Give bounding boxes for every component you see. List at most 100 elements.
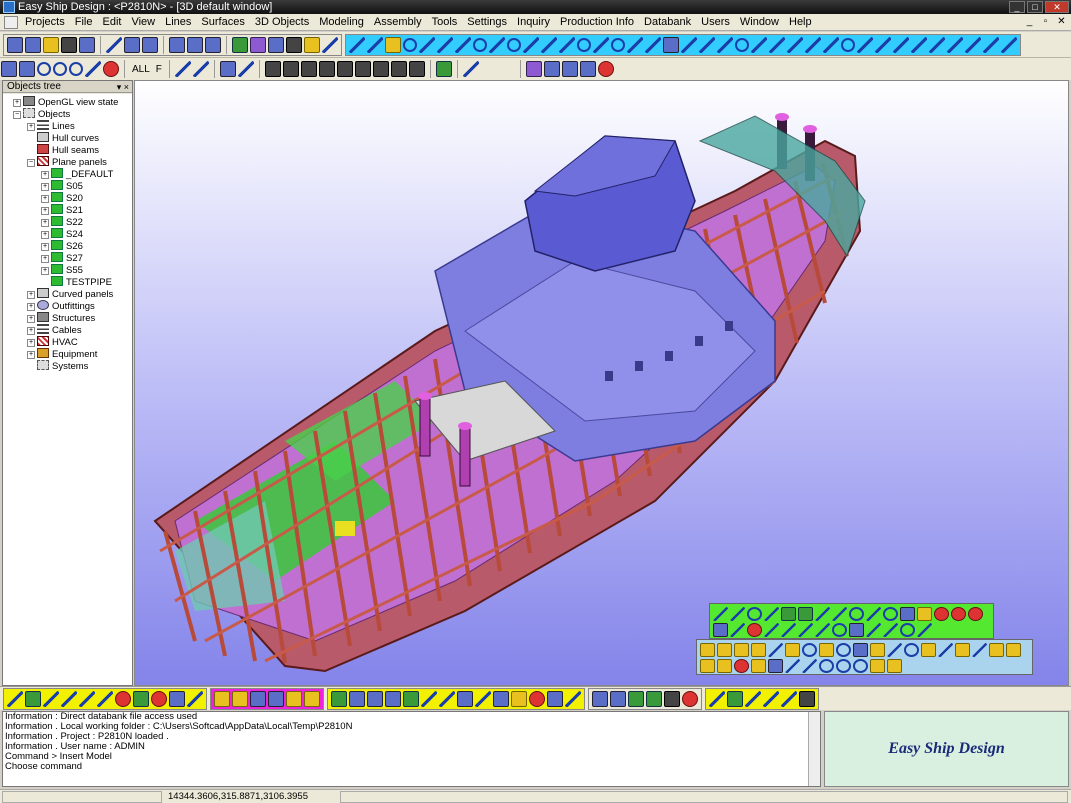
- console-scrollbar[interactable]: [808, 712, 820, 786]
- machine-icon[interactable]: [286, 36, 302, 53]
- tree-item-lines[interactable]: + Lines: [27, 120, 75, 132]
- tree-item-default[interactable]: + _DEFAULT: [41, 168, 113, 180]
- palette-ring-icon[interactable]: [815, 607, 830, 621]
- eq-rotate-icon[interactable]: [819, 659, 834, 673]
- menu-help[interactable]: Help: [784, 16, 817, 28]
- tree-item-s20[interactable]: + S20: [41, 192, 83, 204]
- profile-check-icon[interactable]: [565, 690, 581, 707]
- menu-edit[interactable]: Edit: [97, 16, 126, 28]
- open-folder-icon[interactable]: [43, 36, 59, 53]
- pan-icon[interactable]: [85, 61, 101, 77]
- mdi-restore-button[interactable]: ▫: [1039, 16, 1052, 28]
- equipment-icon[interactable]: [304, 36, 320, 53]
- view-iso3-icon[interactable]: [408, 61, 425, 77]
- view-left-icon[interactable]: [300, 61, 317, 77]
- palette-sphere-icon[interactable]: [849, 607, 864, 621]
- eq-rotate3-icon[interactable]: [853, 659, 868, 673]
- assembly-tree-icon[interactable]: [799, 690, 815, 707]
- palette-red-grid-icon[interactable]: [934, 607, 949, 621]
- menu-modeling[interactable]: Modeling: [314, 16, 369, 28]
- view-iso-icon[interactable]: [372, 61, 389, 77]
- palette-close-icon[interactable]: [917, 623, 932, 637]
- assembly-u-icon[interactable]: [781, 690, 797, 707]
- cascade-icon[interactable]: [187, 36, 203, 53]
- menu-3d-objects[interactable]: 3D Objects: [250, 16, 314, 28]
- eq-bracket-icon[interactable]: [700, 643, 715, 657]
- tile-icon[interactable]: [169, 36, 185, 53]
- new-file-icon[interactable]: [25, 36, 41, 53]
- palette-move-icon[interactable]: [815, 623, 830, 637]
- stop-icon[interactable]: [103, 61, 119, 77]
- eq-rotate2-icon[interactable]: [836, 659, 851, 673]
- profile-l-icon[interactable]: [439, 690, 455, 707]
- collar-icon[interactable]: [169, 690, 185, 707]
- layer-icon[interactable]: [525, 61, 542, 77]
- opening-icon[interactable]: [133, 690, 149, 707]
- tree-item-structures[interactable]: + Structures: [27, 312, 95, 324]
- tree-item-equipment[interactable]: + Equipment: [27, 348, 97, 360]
- zoom-window-icon[interactable]: [1, 61, 17, 77]
- menu-databank[interactable]: Databank: [639, 16, 696, 28]
- minimize-button[interactable]: _: [1009, 1, 1025, 13]
- profile-flat-icon[interactable]: [403, 690, 419, 707]
- eq-block-icon[interactable]: [717, 659, 732, 673]
- section-icon[interactable]: [543, 61, 560, 77]
- eq-triangle-icon[interactable]: [870, 643, 885, 657]
- assembly-weld-icon[interactable]: [745, 690, 761, 707]
- loop-icon[interactable]: [841, 37, 855, 52]
- show-all-button[interactable]: ALL: [129, 64, 153, 75]
- tree-item-s26[interactable]: + S26: [41, 240, 83, 252]
- cut-icon[interactable]: [106, 36, 122, 53]
- palette-drop-icon[interactable]: [883, 607, 898, 621]
- view-back-icon[interactable]: [282, 61, 299, 77]
- menu-inquiry[interactable]: Inquiry: [512, 16, 555, 28]
- redo-view-icon[interactable]: [192, 61, 209, 77]
- palette-grid5-icon[interactable]: [781, 623, 796, 637]
- zoom-extent-icon[interactable]: [19, 61, 35, 77]
- split-curve-icon[interactable]: [751, 36, 767, 53]
- seam-grid-icon[interactable]: [250, 690, 266, 707]
- palette-cone-icon[interactable]: [866, 607, 881, 621]
- menu-projects[interactable]: Projects: [20, 16, 70, 28]
- palette-table-icon[interactable]: [968, 607, 983, 621]
- mirror-icon[interactable]: [627, 36, 643, 53]
- pen-tool-icon[interactable]: [43, 690, 59, 707]
- offset-icon[interactable]: [559, 36, 575, 53]
- eq-cylinder-icon[interactable]: [751, 643, 766, 657]
- eq-box-icon[interactable]: [734, 643, 749, 657]
- eq-pump-icon[interactable]: [921, 643, 936, 657]
- eq-copy-icon[interactable]: [887, 659, 902, 673]
- copy-icon[interactable]: [124, 36, 140, 53]
- eq-tetra-icon[interactable]: [887, 643, 902, 657]
- arc-icon[interactable]: [489, 36, 505, 53]
- palette-link-icon[interactable]: [900, 623, 915, 637]
- angle-icon[interactable]: [97, 690, 113, 707]
- document-icon[interactable]: [4, 15, 18, 29]
- eq-pipe-icon[interactable]: [785, 643, 800, 657]
- profile-i-icon[interactable]: [367, 690, 383, 707]
- mdi-close-button[interactable]: ✕: [1055, 16, 1068, 28]
- view-bottom-icon[interactable]: [354, 61, 371, 77]
- tree-item-systems[interactable]: Systems: [37, 360, 88, 372]
- palette-box-icon[interactable]: [900, 607, 915, 621]
- view-right-icon[interactable]: [318, 61, 335, 77]
- render-icon[interactable]: [435, 61, 452, 77]
- tree-item-hull-curves[interactable]: Hull curves: [37, 132, 99, 144]
- menu-assembly[interactable]: Assembly: [369, 16, 427, 28]
- seam-split-icon[interactable]: [232, 690, 248, 707]
- profile-bar-icon[interactable]: [385, 690, 401, 707]
- tree-item-s24[interactable]: + S24: [41, 228, 83, 240]
- undo-view-icon[interactable]: [174, 61, 191, 77]
- bracket-icon[interactable]: [115, 690, 131, 707]
- plate-icon[interactable]: [385, 36, 401, 53]
- tree-item-hull-seams[interactable]: Hull seams: [37, 144, 99, 156]
- tree-item-curved-panels[interactable]: + Curved panels: [27, 288, 113, 300]
- smooth-icon[interactable]: [929, 36, 945, 53]
- fillet-icon[interactable]: [769, 36, 785, 53]
- knife-icon[interactable]: [805, 36, 821, 53]
- sweep-icon[interactable]: [947, 36, 963, 53]
- rectangle-icon[interactable]: [663, 36, 679, 53]
- stiffener-icon[interactable]: [61, 690, 77, 707]
- seam-icon[interactable]: [214, 690, 230, 707]
- palette-triangle-icon[interactable]: [866, 623, 881, 637]
